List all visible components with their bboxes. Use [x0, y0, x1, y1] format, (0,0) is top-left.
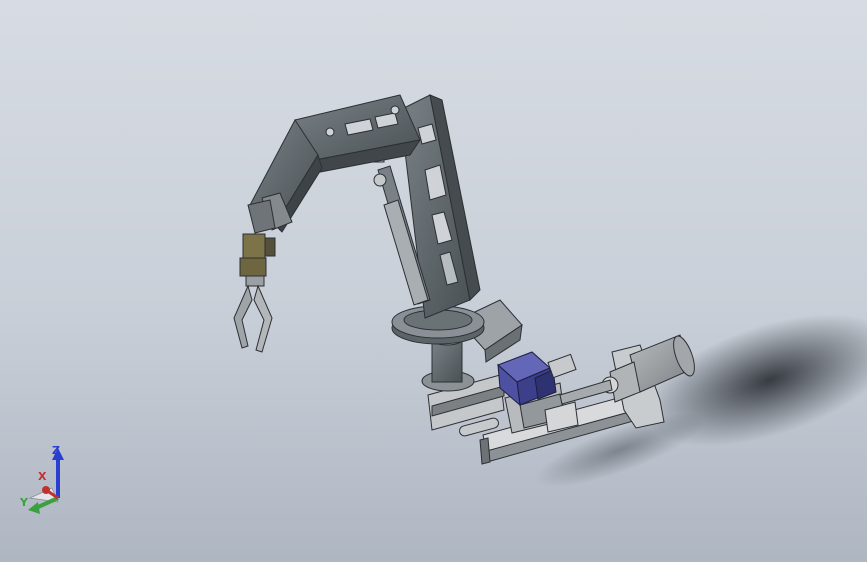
- y-axis-label: Y: [20, 496, 28, 509]
- robot-arm-model[interactable]: [0, 0, 867, 562]
- gripper[interactable]: [233, 233, 276, 353]
- coordinate-triad: Z X Y: [18, 440, 78, 520]
- x-axis-label: X: [38, 470, 47, 483]
- graphics-viewport[interactable]: Z X Y: [0, 0, 867, 562]
- z-axis-label: Z: [52, 444, 60, 457]
